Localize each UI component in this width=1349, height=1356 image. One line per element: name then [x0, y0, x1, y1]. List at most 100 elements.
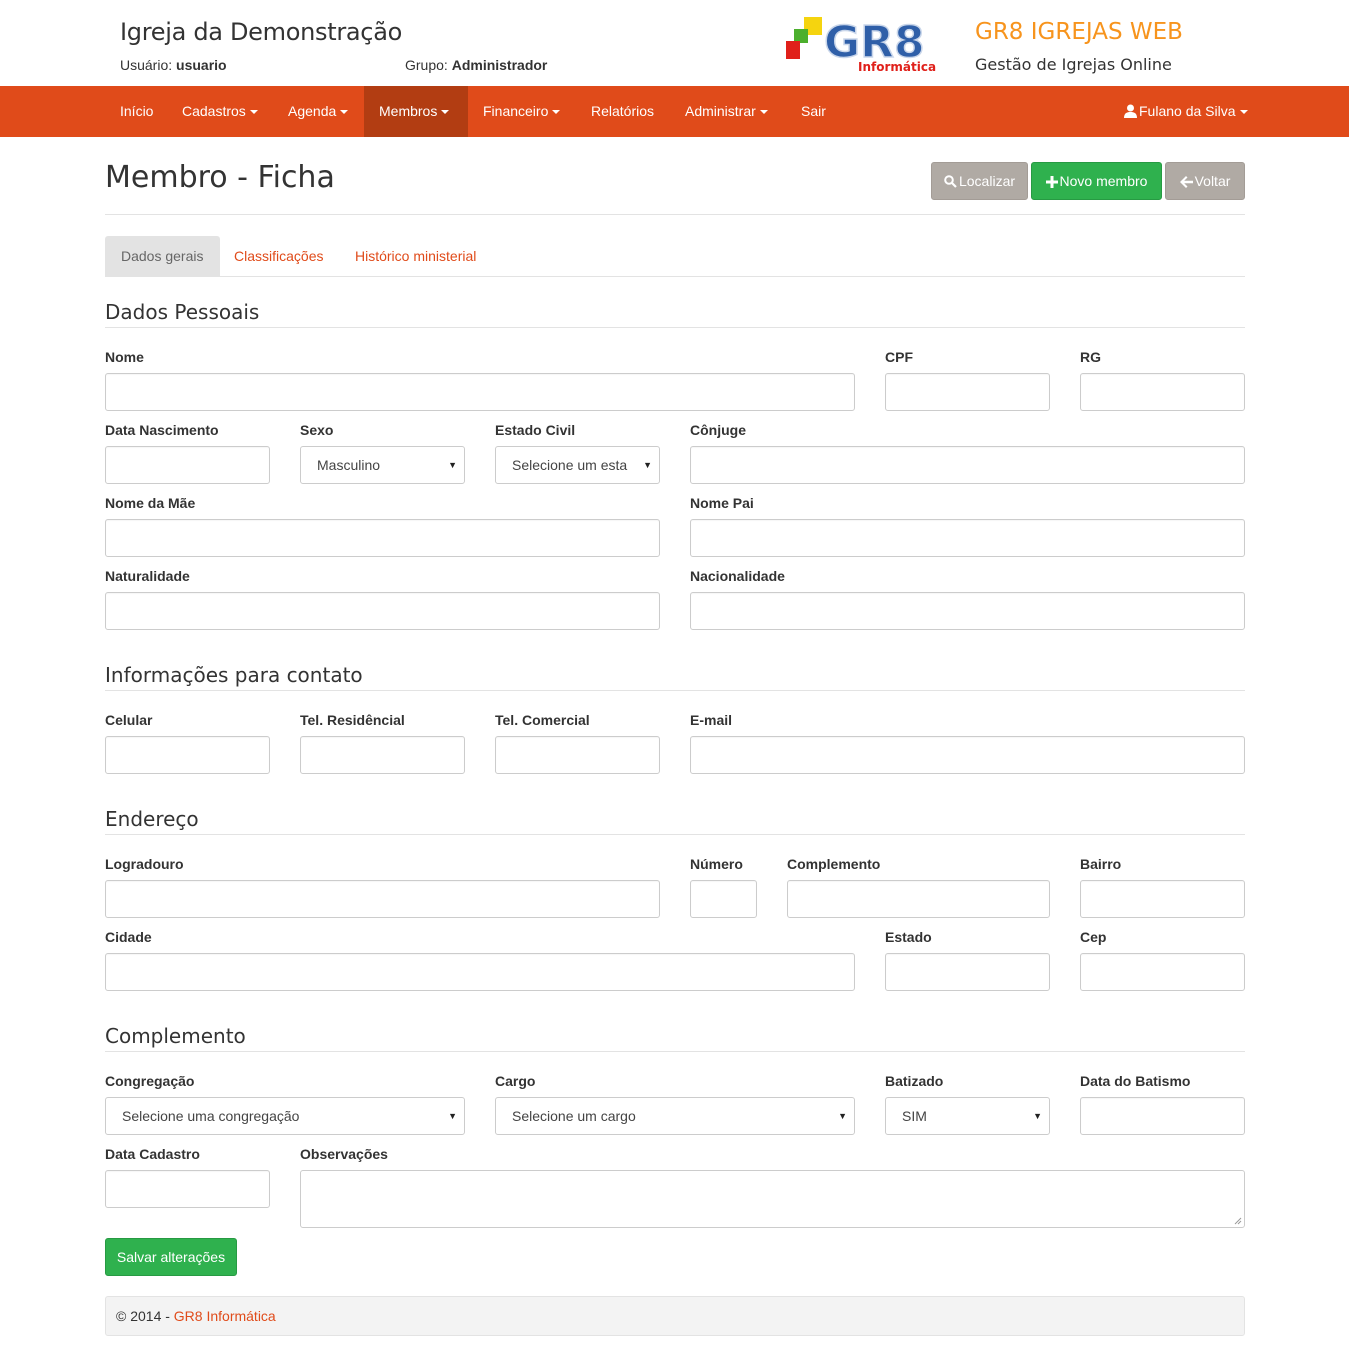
cpf-label: CPF	[885, 349, 913, 365]
rg-input[interactable]	[1080, 373, 1245, 411]
nav-item-financeiro[interactable]: Financeiro	[468, 86, 575, 137]
cpf-input[interactable]	[885, 373, 1050, 411]
nav-item-relatorios[interactable]: Relatórios	[576, 86, 669, 137]
page-title: Membro - Ficha	[105, 160, 335, 195]
data-batismo-label: Data do Batismo	[1080, 1073, 1191, 1089]
nav-item-cadastros[interactable]: Cadastros	[167, 86, 273, 137]
nav-item-sair[interactable]: Sair	[786, 86, 841, 137]
nome-pai-input[interactable]	[690, 519, 1245, 557]
sexo-label: Sexo	[300, 422, 334, 438]
email-input[interactable]	[690, 736, 1245, 774]
top-header: Igreja da Demonstração Usuário: usuario …	[0, 0, 1349, 86]
batizado-label: Batizado	[885, 1073, 944, 1089]
bairro-input[interactable]	[1080, 880, 1245, 918]
complemento-label: Complemento	[787, 856, 881, 872]
tab-historico-ministerial[interactable]: Histórico ministerial	[339, 236, 492, 276]
caret-down-icon	[552, 110, 561, 115]
conjuge-input[interactable]	[690, 446, 1245, 484]
naturalidade-input[interactable]	[105, 592, 660, 630]
footer-link[interactable]: GR8 Informática	[174, 1308, 276, 1324]
cep-label: Cep	[1080, 929, 1107, 945]
section-divider	[105, 834, 1245, 835]
user-icon	[1124, 104, 1137, 118]
congregacao-label: Congregação	[105, 1073, 195, 1089]
resize-grip-icon[interactable]	[1234, 1217, 1242, 1225]
logradouro-input[interactable]	[105, 880, 660, 918]
estado-civil-label: Estado Civil	[495, 422, 576, 438]
numero-input[interactable]	[690, 880, 757, 918]
email-label: E-mail	[690, 712, 733, 728]
caret-down-icon	[340, 110, 349, 115]
data-nascimento-label: Data Nascimento	[105, 422, 219, 438]
nome-pai-label: Nome Pai	[690, 495, 754, 511]
tel-residencial-label: Tel. Residêncial	[300, 712, 405, 728]
brand-title: GR8 IGREJAS WEB	[975, 19, 1183, 45]
celular-label: Celular	[105, 712, 153, 728]
group-value: Administrador	[451, 57, 548, 73]
complemento-input[interactable]	[787, 880, 1050, 918]
nav-item-agenda[interactable]: Agenda	[273, 86, 363, 137]
cargo-select-value: Selecione um cargo	[512, 1108, 636, 1124]
nome-input[interactable]	[105, 373, 855, 411]
dropdown-arrow-icon: ▼	[838, 1111, 847, 1121]
section-divider	[105, 690, 1245, 691]
arrow-left-icon	[1179, 176, 1193, 188]
nav-item-membros[interactable]: Membros	[364, 86, 468, 137]
caret-down-icon	[441, 110, 450, 115]
caret-down-icon	[1239, 110, 1248, 115]
data-batismo-input[interactable]	[1080, 1097, 1245, 1135]
data-cadastro-input[interactable]	[105, 1170, 270, 1208]
tel-residencial-input[interactable]	[300, 736, 465, 774]
plus-icon	[1045, 176, 1058, 188]
congregacao-select[interactable]: Selecione uma congregação ▼	[105, 1097, 465, 1135]
batizado-select[interactable]: SIM ▼	[885, 1097, 1050, 1135]
back-button[interactable]: Voltar	[1165, 162, 1245, 200]
nav-item-administrar[interactable]: Administrar	[670, 86, 783, 137]
tabs-divider	[105, 276, 1245, 277]
back-button-label: Voltar	[1194, 173, 1231, 189]
nacionalidade-input[interactable]	[690, 592, 1245, 630]
nome-mae-input[interactable]	[105, 519, 660, 557]
estado-input[interactable]	[885, 953, 1050, 991]
user-info: Usuário: usuario	[120, 57, 227, 73]
section-title-complement: Complemento	[105, 1024, 246, 1048]
estado-label: Estado	[885, 929, 932, 945]
user-menu-label: Fulano da Silva	[1139, 103, 1236, 119]
numero-label: Número	[690, 856, 743, 872]
section-divider	[105, 1051, 1245, 1052]
nav-label: Administrar	[685, 103, 756, 119]
new-member-button-label: Novo membro	[1059, 173, 1148, 189]
sexo-select[interactable]: Masculino ▼	[300, 446, 465, 484]
new-member-button[interactable]: Novo membro	[1031, 162, 1162, 200]
church-name: Igreja da Demonstração	[120, 18, 402, 46]
nav-label: Início	[120, 103, 154, 119]
celular-input[interactable]	[105, 736, 270, 774]
user-label: Usuário:	[120, 57, 173, 73]
tab-dados-gerais[interactable]: Dados gerais	[105, 236, 220, 276]
observacoes-label: Observações	[300, 1146, 388, 1162]
data-nascimento-input[interactable]	[105, 446, 270, 484]
observacoes-textarea[interactable]	[300, 1170, 1245, 1228]
cep-input[interactable]	[1080, 953, 1245, 991]
cargo-select[interactable]: Selecione um cargo ▼	[495, 1097, 855, 1135]
nav-item-inicio[interactable]: Início	[105, 86, 168, 137]
brand-subtitle: Gestão de Igrejas Online	[975, 55, 1172, 74]
tel-comercial-input[interactable]	[495, 736, 660, 774]
save-button[interactable]: Salvar alterações	[105, 1238, 237, 1276]
gr8-logo: GR8 Informática	[786, 17, 936, 73]
group-info: Grupo: Administrador	[405, 57, 547, 73]
cidade-label: Cidade	[105, 929, 152, 945]
search-button[interactable]: Localizar	[931, 162, 1028, 200]
tab-classificacoes[interactable]: Classificações	[218, 236, 339, 276]
nome-label: Nome	[105, 349, 144, 365]
estado-civil-select[interactable]: Selecione um esta ▼	[495, 446, 660, 484]
tel-comercial-label: Tel. Comercial	[495, 712, 590, 728]
dropdown-arrow-icon: ▼	[1033, 1111, 1042, 1121]
user-menu[interactable]: Fulano da Silva	[1109, 86, 1263, 137]
nav-label: Sair	[801, 103, 826, 119]
main-navbar: Início Cadastros Agenda Membros Financei…	[0, 86, 1349, 137]
footer-copyright: © 2014 -	[116, 1308, 174, 1324]
nome-mae-label: Nome da Mãe	[105, 495, 196, 511]
cidade-input[interactable]	[105, 953, 855, 991]
dropdown-arrow-icon: ▼	[448, 1111, 457, 1121]
